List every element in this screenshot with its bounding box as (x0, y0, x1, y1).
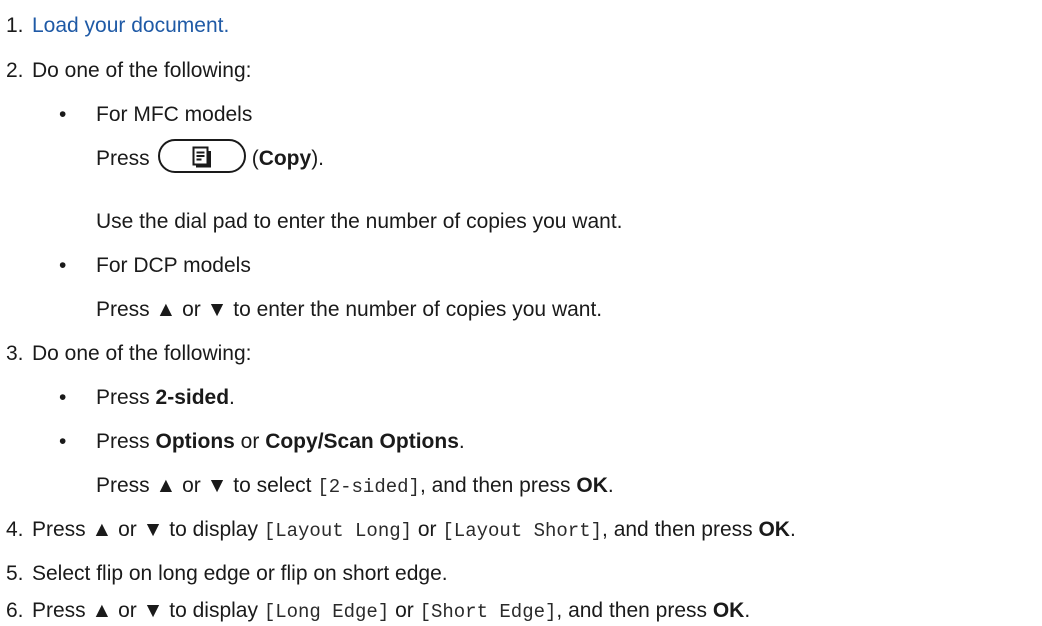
ok-label: OK (576, 474, 608, 497)
period: . (789, 518, 796, 541)
option-text: Press 2-sided. (96, 384, 235, 412)
press-arrows-text: Press ▲ or ▼ to display (32, 518, 264, 541)
ok-label: OK (712, 599, 745, 622)
select-instruction: Press ▲ or ▼ to select [2-sided], and th… (96, 472, 614, 501)
press-label: Press (96, 386, 156, 409)
step-number: 3. (6, 342, 24, 365)
press-arrows-text: Press ▲ or ▼ to select (96, 474, 318, 497)
dialpad-instruction: Use the dial pad to enter the number of … (96, 210, 623, 233)
period: . (744, 599, 751, 622)
copy-scan-options-label: Copy/Scan Options (265, 430, 459, 453)
layout-short-code: [Layout Short] (442, 520, 603, 542)
layout-long-code: [Layout Long] (263, 520, 413, 542)
ok-label: OK (758, 518, 790, 541)
step-number: 6. (6, 599, 24, 622)
instruction-document: 1. Load your document. 2. Do one of the … (0, 0, 1042, 625)
dcp-title: For DCP models (96, 254, 251, 277)
period: . (607, 474, 614, 497)
step-text: Select flip on long edge or flip on shor… (32, 562, 448, 585)
copy-paren-close: ). (311, 147, 325, 170)
or-label: or (234, 430, 266, 453)
mfc-title: For MFC models (96, 103, 253, 126)
step-number: 4. (6, 518, 24, 541)
step-text: Press ▲ or ▼ to display [Long Edge] or [… (32, 597, 750, 626)
short-edge-code: [Short Edge] (419, 601, 557, 623)
bullet: • (59, 254, 67, 277)
press-arrows-text: Press ▲ or ▼ to display (32, 599, 264, 622)
long-edge-code: [Long Edge] (263, 601, 390, 623)
bullet: • (59, 103, 67, 126)
step-text: Do one of the following: (32, 342, 252, 365)
options-label: Options (155, 430, 235, 453)
copy-paren-open: ( (251, 147, 259, 170)
bullet: • (59, 386, 67, 409)
or-label: or (412, 518, 443, 541)
copy-button (157, 139, 246, 174)
or-label: or (389, 599, 420, 622)
load-document-link[interactable]: Load your document. (32, 12, 229, 40)
copy-label: Copy (258, 147, 312, 170)
then-press-text: , and then press (602, 518, 759, 541)
press-label: Press (96, 147, 150, 170)
period: . (458, 430, 465, 453)
two-sided-label: 2-sided (155, 386, 230, 409)
copy-icon (192, 146, 211, 168)
bullet: • (59, 430, 67, 453)
step-number: 1. (6, 14, 24, 37)
step-number: 5. (6, 562, 24, 585)
option-text: Press Options or Copy/Scan Options. (96, 428, 465, 456)
period: . (229, 386, 235, 409)
then-press-text: , and then press (556, 599, 713, 622)
dcp-instruction: Press ▲ or ▼ to enter the number of copi… (96, 298, 603, 321)
step-number: 2. (6, 59, 24, 82)
press-copy-instruction: Press (Copy). (96, 139, 325, 174)
two-sided-menu-code: [2-sided] (317, 476, 420, 498)
then-press-text: , and then press (419, 474, 577, 497)
step-text: Press ▲ or ▼ to display [Layout Long] or… (32, 516, 796, 545)
step-text: Do one of the following: (32, 59, 252, 82)
press-label: Press (96, 430, 156, 453)
